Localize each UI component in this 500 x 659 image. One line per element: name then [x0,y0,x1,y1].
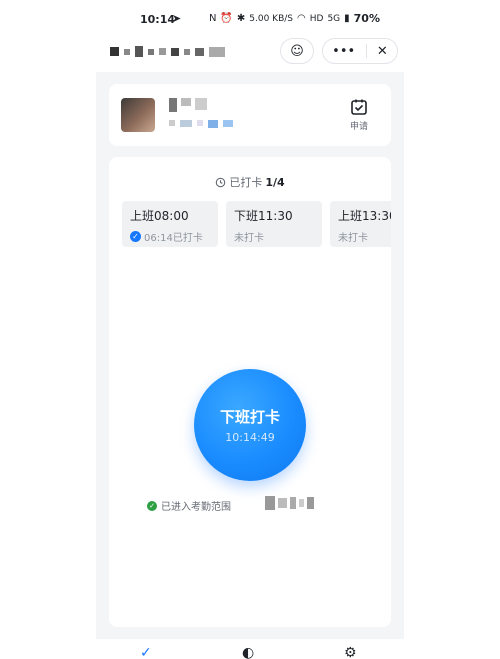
clock-icon [216,177,226,187]
apply-label: 申请 [349,122,368,132]
battery-level: 70% [353,12,380,25]
network-speed: 5.00 KB/S [249,13,293,24]
more-icon[interactable]: ••• [332,44,355,59]
phone-screen: 10:14 ➤ N ⏰ ✱ 5.00 KB/S ◠ HD 5G ▮ 70% ☺ … [96,0,404,659]
alarm-icon: ⏰ [220,13,233,24]
shift-title: 上班08:00 [130,209,189,223]
close-icon[interactable]: ✕ [377,44,388,59]
shift-status-text: 未打卡 [338,233,368,244]
avatar [121,98,155,132]
tab-stats-icon[interactable]: ◐ [242,646,254,659]
assistant-button[interactable]: ☺ [280,38,314,64]
bluetooth-icon: ✱ [236,13,246,24]
nav-actions: ☺ ••• ✕ [280,38,398,64]
shift-list: 上班08:00 ✓ 06:14已打卡 下班11:30 未打卡 上班13:30 未… [122,201,391,247]
punch-summary-label: 已打卡 [229,176,263,189]
clock-out-button[interactable]: 下班打卡 10:14:49 [194,369,306,481]
nfc-icon: N [208,13,217,24]
shift-item[interactable]: 上班08:00 ✓ 06:14已打卡 [122,201,218,247]
tab-punch-icon[interactable]: ✓ [140,646,152,659]
shift-item[interactable]: 下班11:30 未打卡 [226,201,322,247]
shift-title: 下班11:30 [234,209,293,223]
signal-label: 5G [327,13,341,24]
signal-icon: ▮ [344,13,350,24]
app-nav-bar: ☺ ••• ✕ [96,38,404,72]
attendance-range-status: ✓ 已进入考勤范围 [147,498,231,513]
status-bar: 10:14 ➤ N ⏰ ✱ 5.00 KB/S ◠ HD 5G ▮ 70% [96,0,404,38]
attendance-card: 已打卡 1/4 上班08:00 ✓ 06:14已打卡 下班11:30 未打卡 上… [109,157,391,627]
location-icon: ➤ [172,12,182,25]
network-type-badge: HD [309,13,324,24]
checked-icon: ✓ [130,231,141,242]
shift-item[interactable]: 上班13:30 未打卡 [330,201,391,247]
user-card: 申请 [109,84,391,146]
capsule-divider [365,44,367,58]
calendar-check-icon [351,99,367,115]
assistant-icon: ☺ [290,43,304,59]
tab-settings-icon[interactable]: ⚙ [344,646,357,659]
clock-out-label: 下班打卡 [219,408,280,426]
shift-status-text: 未打卡 [234,233,264,244]
redacted-title [110,46,225,57]
shift-status-text: 06:14已打卡 [144,233,203,244]
status-time: 10:14 [140,13,176,26]
success-check-icon: ✓ [147,500,157,511]
capsule-menu: ••• ✕ [322,38,398,64]
wifi-icon: ◠ [297,13,306,24]
status-icons: N ⏰ ✱ 5.00 KB/S ◠ HD 5G ▮ 70% [209,12,380,25]
shift-status: ✓ 06:14已打卡 [130,229,210,244]
bottom-tab-bar: ✓ ◐ ⚙ [96,639,404,659]
punch-count: 1/4 [265,175,285,189]
shift-title: 上班13:30 [338,209,391,223]
punch-summary: 已打卡 1/4 [109,174,391,190]
redacted-location [265,496,314,510]
current-time: 10:14:49 [225,431,275,444]
redacted-user-info [169,98,233,128]
apply-button[interactable]: 申请 [339,98,379,132]
range-label: 已进入考勤范围 [161,502,231,513]
